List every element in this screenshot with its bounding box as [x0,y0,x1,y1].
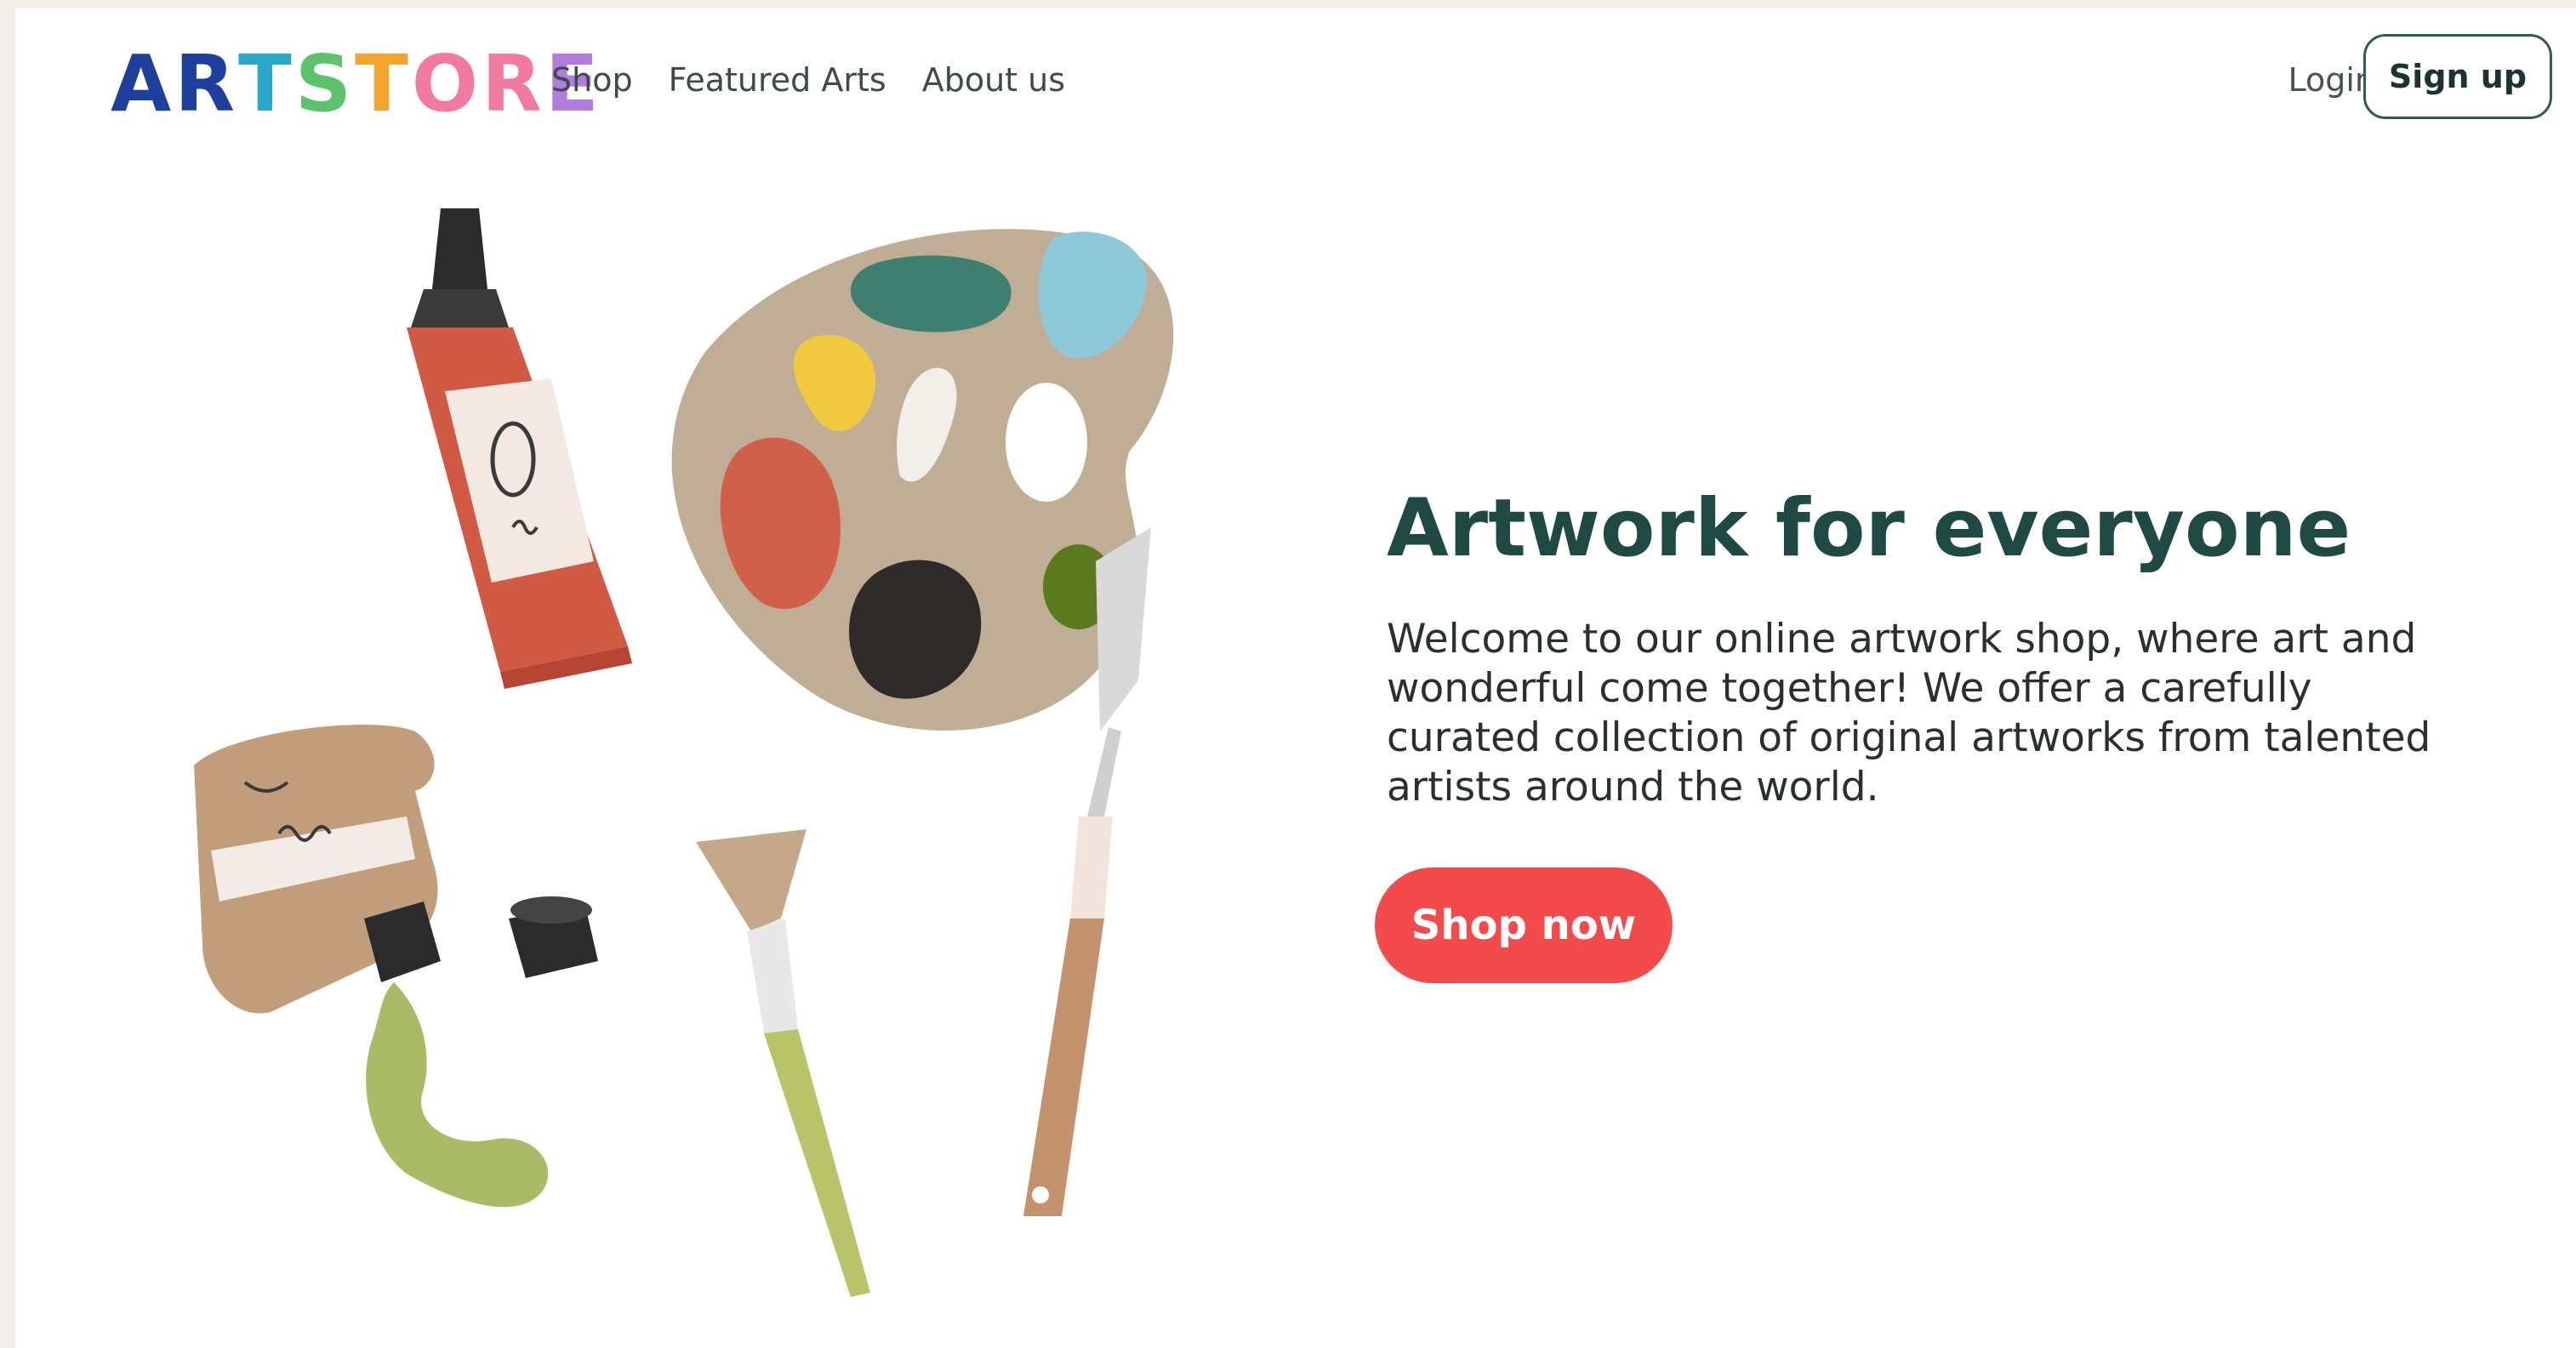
tube-cap-icon [509,896,598,978]
hero-text: Artwork for everyone Welcome to our onli… [1387,485,2433,867]
signup-button[interactable]: Sign up [2363,34,2552,119]
art-supplies-illustration [194,208,1174,1297]
logo-letter: T [238,37,295,129]
logo-letter: R [174,37,239,129]
logo-letter: S [294,37,356,129]
logo-letter: T [355,37,412,129]
paint-tube-red-icon [407,208,632,689]
top-nav: A R T S T O R E Shop Featured Arts About… [15,9,2576,153]
page-frame: A R T S T O R E Shop Featured Arts About… [15,9,2576,1348]
hero-body: Welcome to our online artwork shop, wher… [1387,616,2431,811]
nav-link-featured-arts[interactable]: Featured Arts [669,61,886,99]
artstore-logo[interactable]: A R T S T O R E [111,37,602,129]
logo-letter: A [111,37,175,129]
nav-link-shop[interactable]: Shop [551,61,633,99]
hero-title: Artwork for everyone [1387,482,2351,575]
paint-tube-tan-icon [194,725,549,1208]
logo-letter: R [482,37,545,129]
login-link[interactable]: Login [2288,61,2375,99]
logo-letter: O [411,37,482,129]
fan-brush-icon [696,829,870,1297]
shop-now-button[interactable]: Shop now [1375,867,1673,983]
nav-links: Shop Featured Arts About us [551,61,1065,99]
nav-link-about-us[interactable]: About us [922,61,1065,99]
